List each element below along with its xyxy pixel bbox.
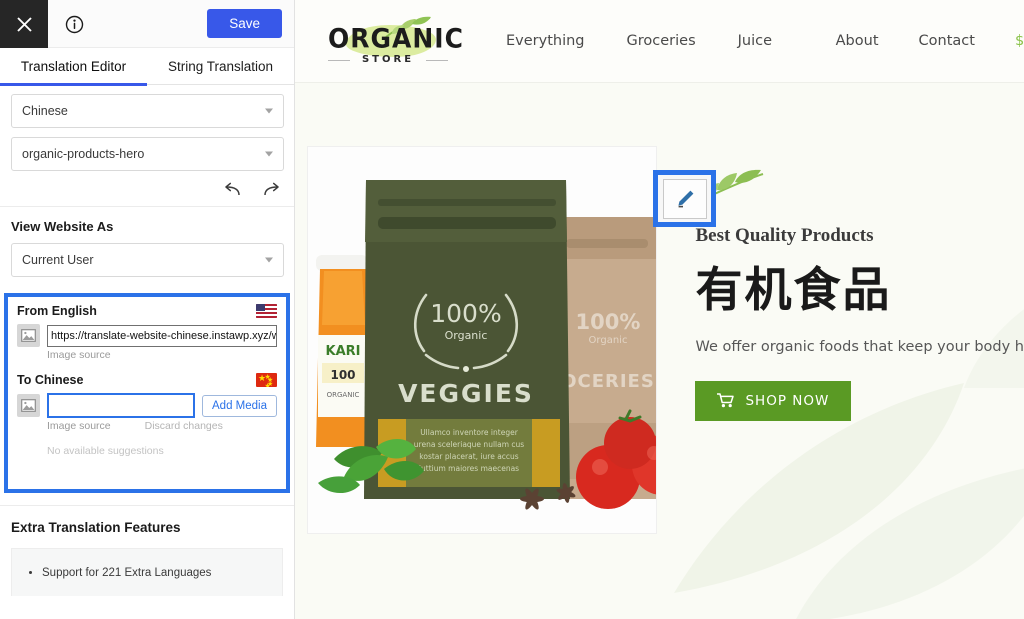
target-media-row: Add Media [17, 393, 277, 418]
source-language-label: From English [17, 304, 97, 318]
tab-string-translation-label: String Translation [167, 59, 274, 74]
svg-text:Organic: Organic [445, 329, 488, 342]
image-placeholder-icon [17, 324, 40, 347]
svg-text:KARI: KARI [326, 344, 361, 359]
language-select-row: Chinese [0, 85, 294, 128]
language-select[interactable]: Chinese [11, 94, 284, 128]
juice-bottle: KARI 100 ORGANIC [316, 255, 370, 447]
translation-editor-panel: Save Translation Editor String Translati… [0, 0, 295, 619]
site-logo[interactable]: ORGANIC STORE [328, 13, 464, 69]
tab-string-translation[interactable]: String Translation [147, 48, 294, 85]
chevron-down-icon [265, 151, 273, 157]
pencil-edit-icon [677, 190, 693, 207]
svg-text:OCERIES: OCERIES [561, 371, 655, 392]
extra-features-title: Extra Translation Features [11, 520, 181, 535]
save-button[interactable]: Save [207, 9, 282, 38]
no-suggestions-text: No available suggestions [47, 445, 164, 457]
svg-text:Organic: Organic [589, 335, 628, 346]
svg-text:ORGANIC: ORGANIC [327, 391, 360, 399]
redo-icon[interactable] [261, 182, 282, 198]
nav-item-juice[interactable]: Juice [738, 33, 772, 49]
nav-item-everything[interactable]: Everything [506, 33, 585, 49]
hero-product-image: KARI 100 ORGANIC 100% Organic OCERIES 10… [308, 147, 657, 533]
undo-icon[interactable] [222, 182, 243, 198]
extra-features-box: Support for 221 Extra Languages [11, 548, 283, 596]
list-item: Support for 221 Extra Languages [42, 567, 266, 579]
discard-changes-link[interactable]: Discard changes [145, 420, 223, 432]
cn-flag-icon: ★ ★ ★ ★ ★ [256, 373, 277, 387]
chevron-down-icon [265, 257, 273, 263]
image-placeholder-icon [17, 394, 40, 417]
edit-image-button[interactable] [653, 170, 716, 227]
source-image-url-value: https://translate-website-chinese.instaw… [51, 329, 277, 342]
view-website-as-select[interactable]: Current User [11, 243, 284, 277]
site-header: ORGANIC STORE Everything Groceries Juice… [295, 0, 1024, 83]
target-language-label: To Chinese [17, 373, 84, 387]
hero-kicker: Best Quality Products [695, 225, 874, 246]
view-website-as-value: Current User [22, 253, 94, 267]
shopping-cart-icon [717, 393, 735, 408]
hero-section: KARI 100 ORGANIC 100% Organic OCERIES 10… [295, 83, 1024, 619]
content-select[interactable]: organic-products-hero [11, 137, 284, 171]
logo-rule-left [328, 60, 350, 61]
nav-item-about[interactable]: About [836, 33, 879, 49]
source-header: From English [17, 304, 277, 318]
content-select-row: organic-products-hero [0, 128, 294, 171]
view-website-as-label: View Website As [11, 219, 114, 234]
tab-translation-editor[interactable]: Translation Editor [0, 48, 147, 86]
hero-image-container: KARI 100 ORGANIC 100% Organic OCERIES 10… [307, 146, 716, 534]
hero-copy: Best Quality Products 有机食品 We offer orga… [695, 168, 1024, 619]
source-media-row: https://translate-website-chinese.instaw… [17, 324, 277, 347]
svg-text:iuttium maiores maecenas: iuttium maiores maecenas [419, 464, 519, 473]
svg-text:100%: 100% [576, 310, 641, 334]
app-root: Save Translation Editor String Translati… [0, 0, 1024, 619]
target-hints-row: Image source Discard changes [17, 418, 277, 432]
hero-title: 有机食品 [695, 263, 892, 318]
us-flag-icon [256, 304, 277, 318]
svg-text:Ullamco inventore integer: Ullamco inventore integer [420, 428, 519, 437]
logo-wordmark: ORGANIC [328, 23, 464, 54]
language-select-value: Chinese [22, 104, 68, 118]
translation-pair-card: From English https://translate-website-c… [4, 293, 290, 493]
add-media-button[interactable]: Add Media [202, 394, 277, 417]
editor-topbar: Save [0, 0, 294, 48]
target-header: To Chinese ★ ★ ★ ★ ★ [17, 373, 277, 387]
nav-item-contact[interactable]: Contact [919, 33, 975, 49]
editor-body: Chinese organic-products-hero View Websi… [0, 85, 294, 596]
editor-tabs: Translation Editor String Translation [0, 48, 294, 86]
close-icon[interactable] [0, 0, 48, 48]
chevron-down-icon [265, 108, 273, 114]
svg-text:100%: 100% [430, 299, 501, 328]
tab-translation-editor-label: Translation Editor [20, 59, 127, 74]
cart-total[interactable]: $0. [1015, 33, 1024, 49]
primary-nav: Everything Groceries Juice [506, 33, 772, 49]
target-image-url-input[interactable] [47, 393, 196, 418]
history-controls [0, 173, 294, 207]
secondary-nav: About Contact $0. [836, 33, 1024, 49]
logo-rule-right [426, 60, 448, 61]
target-image-source-hint: Image source [47, 420, 111, 432]
shop-now-label: SHOP NOW [745, 392, 830, 409]
website-preview: ORGANIC STORE Everything Groceries Juice… [295, 0, 1024, 619]
info-icon[interactable] [48, 0, 100, 48]
nav-item-groceries[interactable]: Groceries [627, 33, 696, 49]
view-website-as-section: View Website As Current User [0, 207, 294, 277]
edit-image-button-inner [662, 178, 707, 219]
hero-subtitle: We offer organic foods that keep your bo… [695, 338, 1024, 355]
source-image-url-input[interactable]: https://translate-website-chinese.instaw… [47, 324, 277, 347]
shop-now-button[interactable]: SHOP NOW [695, 380, 852, 421]
extra-translation-features-section: Extra Translation Features Support for 2… [0, 506, 294, 596]
svg-text:kostar placerat, iure accus: kostar placerat, iure accus [419, 452, 518, 461]
svg-text:100: 100 [330, 368, 355, 382]
svg-text:VEGGIES: VEGGIES [398, 379, 534, 408]
source-image-source-hint: Image source [47, 349, 111, 361]
content-select-value: organic-products-hero [22, 147, 145, 161]
svg-text:urena sceleriaque nullam cus: urena sceleriaque nullam cus [414, 440, 524, 449]
